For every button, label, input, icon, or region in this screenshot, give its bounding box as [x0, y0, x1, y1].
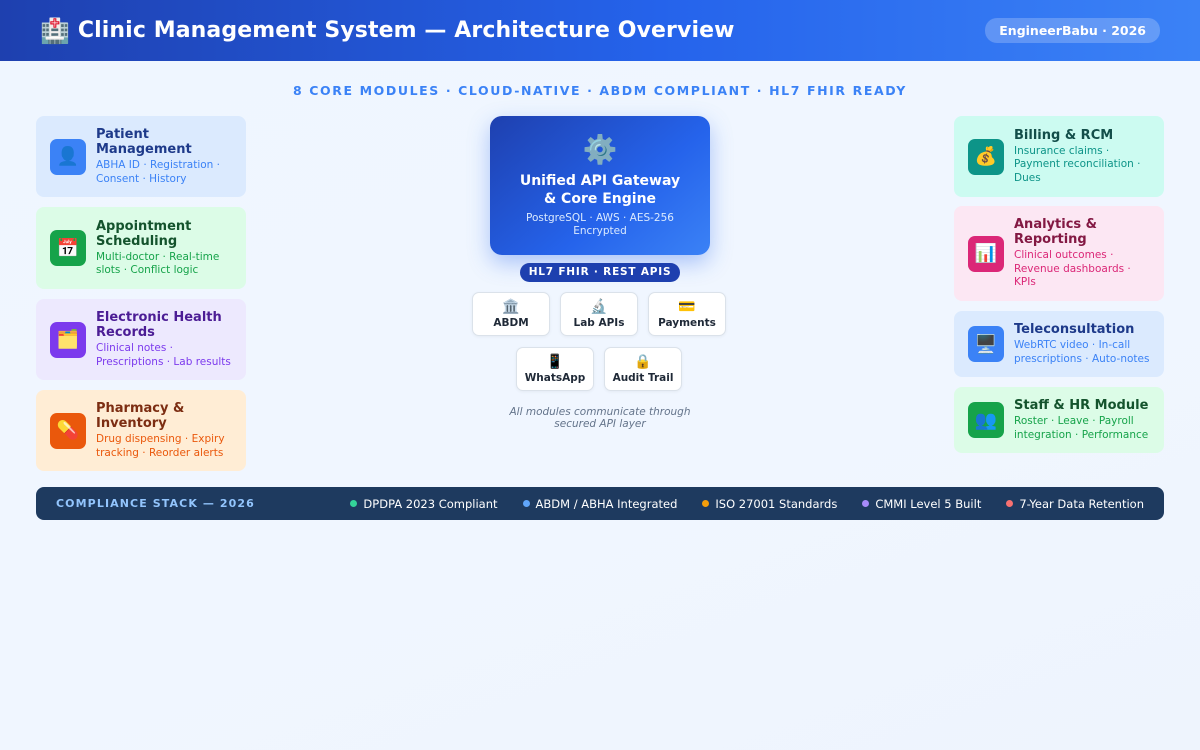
compliance-bar: COMPLIANCE STACK — 2026 DPDPA 2023 Compl… — [36, 487, 1164, 520]
gear-icon: ⚙️ — [582, 133, 618, 166]
integration-label: ABDM — [493, 317, 529, 329]
credit-card-icon: 💳 — [678, 299, 696, 315]
module-card-billing-rcm[interactable]: 💰 Billing & RCM Insurance claims · Payme… — [954, 116, 1164, 197]
module-description: Drug dispensing · Expiry tracking · Reor… — [96, 433, 225, 459]
module-title: Electronic Health Records — [96, 310, 222, 340]
module-title: Teleconsultation — [1014, 322, 1135, 337]
module-description: Roster · Leave · Payroll integration · P… — [1014, 415, 1149, 441]
modules-subtitle: 8 CORE MODULES · CLOUD-NATIVE · ABDM COM… — [293, 83, 907, 98]
module-title: Billing & RCM — [1014, 127, 1114, 143]
status-dot — [862, 500, 870, 507]
module-card-patient-management[interactable]: 👤 Patient Management ABHA ID · Registrat… — [36, 116, 246, 197]
compliance-item-abdm: ABDM / ABHA Integrated — [522, 497, 677, 511]
page-title: Clinic Management System — Architecture … — [77, 18, 735, 43]
money-bag-icon: 💰 — [968, 138, 1004, 175]
integration-label: WhatsApp — [524, 372, 586, 384]
api-gateway-core[interactable]: ⚙️ Unified API Gateway & Core Engine Pos… — [490, 116, 710, 255]
author-badge: EngineerBabu · 2026 — [985, 18, 1160, 43]
compliance-item-dpdpa: DPDPA 2023 Compliant — [350, 497, 498, 511]
status-dot — [702, 500, 710, 507]
pill-icon: 💊 — [50, 412, 86, 449]
module-description: Clinical notes · Prescriptions · Lab res… — [96, 342, 231, 368]
integration-lab-apis[interactable]: 🔬 Lab APIs — [560, 292, 638, 336]
module-card-staff-hr[interactable]: 👥 Staff & HR Module Roster · Leave · Pay… — [954, 387, 1164, 453]
module-description: WebRTC video · In-call prescriptions · A… — [1014, 339, 1150, 365]
module-title: Appointment Scheduling — [96, 218, 192, 249]
module-description: Clinical outcomes · Revenue dashboards ·… — [1014, 249, 1131, 289]
module-title: Patient Management — [96, 127, 192, 157]
compliance-title: COMPLIANCE STACK — 2026 — [56, 497, 255, 510]
module-description: Insurance claims · Payment reconciliatio… — [1014, 144, 1141, 184]
mobile-phone-icon: 📱 — [546, 354, 564, 370]
compliance-item-cmmi: CMMI Level 5 Built — [862, 497, 981, 511]
gateway-subtitle: PostgreSQL · AWS · AES-256 Encrypted — [526, 212, 674, 237]
compliance-item-iso: ISO 27001 Standards — [702, 497, 837, 511]
integration-abdm[interactable]: 🏛️ ABDM — [472, 292, 550, 336]
module-description: Multi-doctor · Real-time slots · Conflic… — [96, 250, 220, 277]
gateway-title: Unified API Gateway & Core Engine — [519, 173, 681, 207]
compliance-items: DPDPA 2023 Compliant ABDM / ABHA Integra… — [325, 497, 1144, 511]
integration-whatsapp[interactable]: 📱 WhatsApp — [516, 347, 594, 391]
hospital-icon: 🏥 — [40, 16, 70, 45]
module-card-pharmacy-inventory[interactable]: 💊 Pharmacy & Inventory Drug dispensing ·… — [36, 390, 246, 471]
compliance-item-retention: 7-Year Data Retention — [1006, 497, 1144, 511]
integration-label: Lab APIs — [573, 317, 625, 329]
module-card-electronic-health-records[interactable]: 🗂️ Electronic Health Records Clinical no… — [36, 299, 246, 380]
bank-icon: 🏛️ — [502, 299, 520, 315]
module-card-teleconsultation[interactable]: 🖥️ Teleconsultation WebRTC video · In-ca… — [954, 311, 1164, 377]
status-dot — [1006, 500, 1014, 507]
monitor-icon: 🖥️ — [968, 326, 1004, 362]
calendar-icon: 📅 — [50, 230, 86, 266]
module-card-appointment-scheduling[interactable]: 📅 Appointment Scheduling Multi-doctor · … — [36, 207, 246, 289]
integration-payments[interactable]: 💳 Payments — [648, 292, 726, 336]
api-protocol-pill: HL7 FHIR · REST APIS — [520, 263, 680, 282]
module-card-analytics-reporting[interactable]: 📊 Analytics & Reporting Clinical outcome… — [954, 206, 1164, 301]
status-dot — [350, 500, 358, 507]
microscope-icon: 🔬 — [590, 299, 608, 315]
integration-label: Audit Trail — [612, 372, 674, 384]
person-icon: 👤 — [50, 138, 86, 175]
integration-audit-trail[interactable]: 🔒 Audit Trail — [604, 347, 682, 391]
module-title: Staff & HR Module — [1014, 398, 1149, 413]
header-bar: 🏥 Clinic Management System — Architectur… — [0, 0, 1200, 61]
api-layer-note: All modules communicate through secured … — [509, 406, 691, 430]
lock-icon: 🔒 — [634, 354, 652, 370]
module-title: Analytics & Reporting — [1014, 217, 1097, 248]
module-title: Pharmacy & Inventory — [96, 401, 185, 431]
bar-chart-icon: 📊 — [968, 235, 1004, 272]
people-icon: 👥 — [968, 402, 1004, 438]
folder-icon: 🗂️ — [50, 321, 86, 358]
module-description: ABHA ID · Registration · Consent · Histo… — [96, 159, 220, 185]
status-dot — [522, 500, 530, 507]
integration-label: Payments — [658, 317, 716, 329]
